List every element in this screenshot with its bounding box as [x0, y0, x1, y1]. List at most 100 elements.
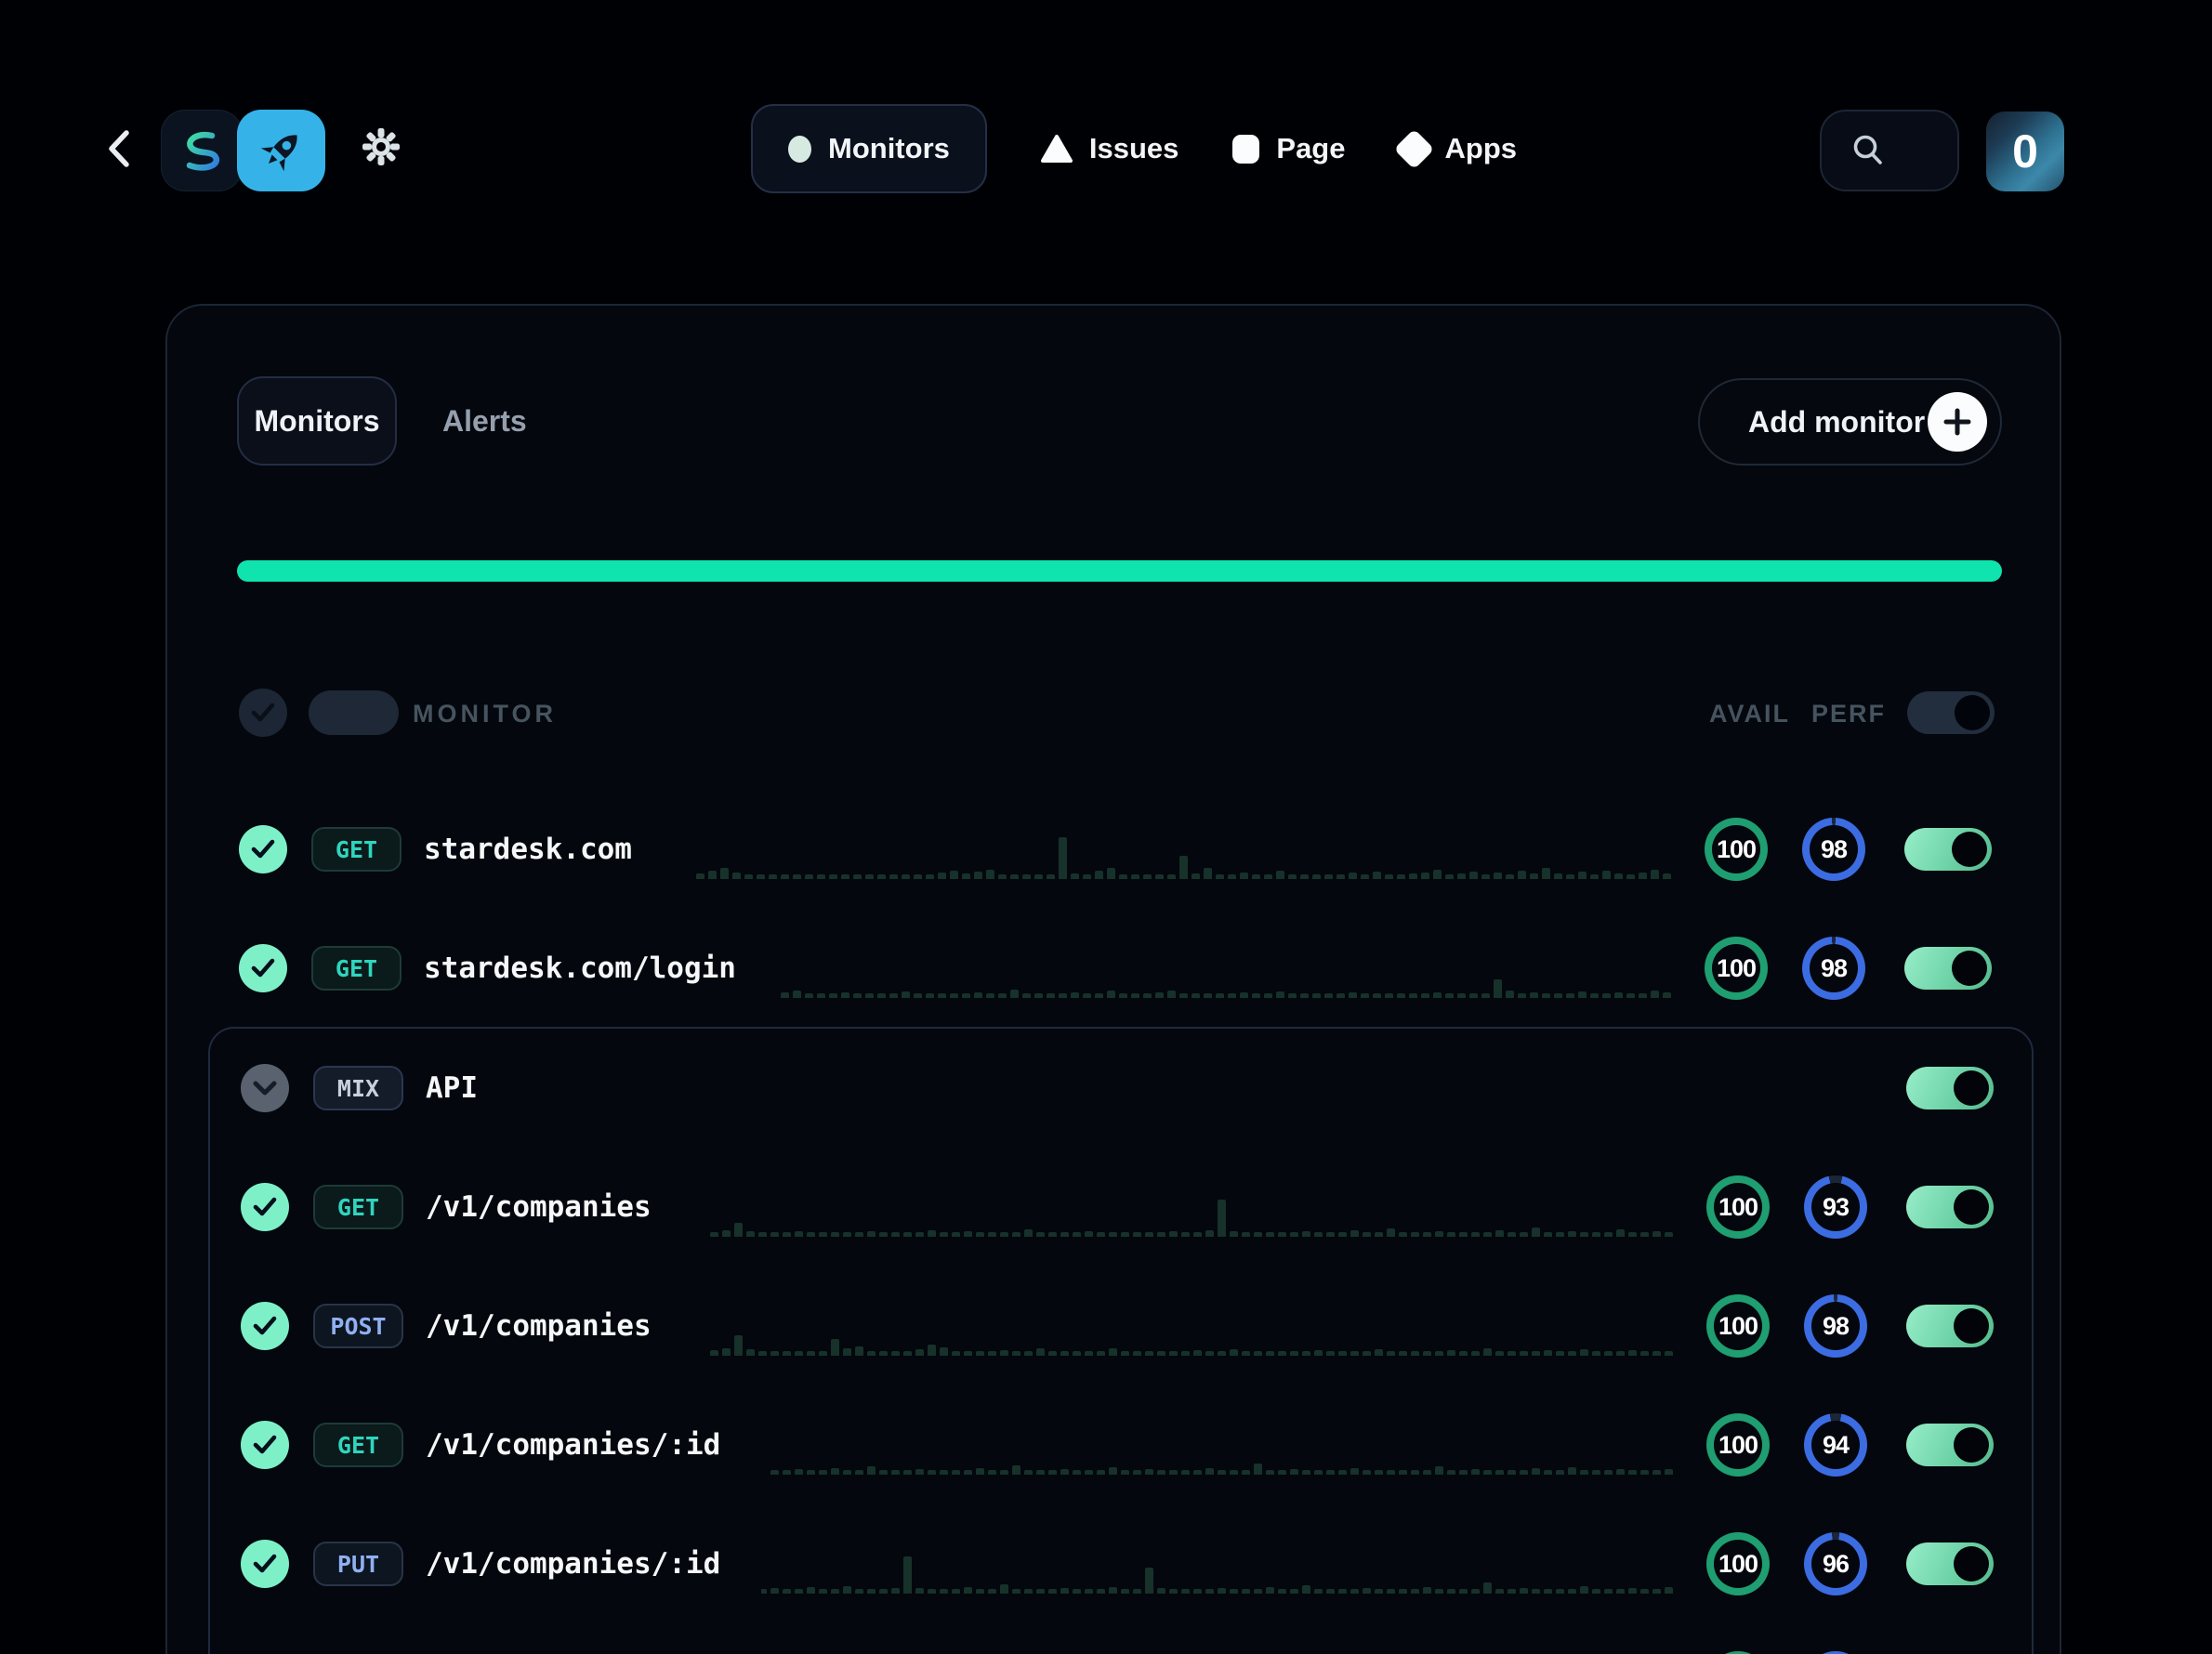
spark-bar — [1097, 1470, 1105, 1475]
spark-bar — [1169, 1351, 1178, 1356]
user-avatar[interactable]: 0 — [1986, 112, 2064, 191]
spark-bar — [1604, 1589, 1613, 1594]
spark-bar — [1230, 1589, 1238, 1594]
spark-bar — [1119, 874, 1127, 879]
spark-bar — [1423, 1470, 1431, 1475]
spark-bar — [1520, 1351, 1528, 1356]
expand-collapse-button[interactable] — [241, 1064, 289, 1112]
monitor-toggle[interactable] — [1906, 1186, 1994, 1228]
spark-bar — [1361, 993, 1369, 998]
monitor-row[interactable]: GET stardesk.com 100 98 — [167, 790, 2060, 909]
spark-bar — [1663, 873, 1671, 879]
check-icon — [251, 702, 275, 723]
spark-bar — [1651, 991, 1659, 998]
settings-button[interactable] — [359, 125, 403, 169]
spark-bar — [1361, 874, 1369, 879]
performance-score-ring: 94 — [1804, 1413, 1867, 1477]
toggle-knob — [1952, 951, 1987, 986]
tab-monitors[interactable]: Monitors — [237, 376, 397, 466]
spark-bar — [1397, 993, 1405, 998]
nav-tab-monitors[interactable]: Monitors — [751, 104, 987, 193]
monitor-toggle[interactable] — [1906, 1542, 1994, 1585]
monitor-toggle[interactable] — [1904, 947, 1992, 990]
spark-bar — [1411, 1589, 1419, 1594]
spark-bar — [1639, 873, 1647, 879]
spark-bar — [1326, 1232, 1335, 1237]
spark-bar — [783, 1470, 791, 1475]
spark-bar — [710, 1232, 718, 1237]
spark-bar — [1665, 1232, 1673, 1237]
spark-bar — [1047, 874, 1055, 879]
monitor-toggle[interactable] — [1906, 1424, 1994, 1466]
monitor-name: stardesk.com/login — [424, 952, 736, 985]
group-header-row[interactable]: MIX API — [210, 1029, 2032, 1148]
status-ok-icon[interactable] — [241, 1183, 289, 1231]
spark-bar — [734, 1335, 743, 1356]
monitor-row[interactable]: PUT /v1/companies/:id 100 96 — [210, 1504, 2032, 1623]
select-all-checkbox[interactable] — [239, 689, 287, 737]
spark-bar — [1471, 1232, 1480, 1237]
spark-bar — [1145, 1568, 1153, 1594]
spark-bar — [1616, 1469, 1625, 1475]
monitor-toggle[interactable] — [1906, 1305, 1994, 1347]
back-button[interactable] — [99, 125, 139, 173]
spark-bar — [1580, 1232, 1588, 1237]
spark-bar — [1278, 1589, 1286, 1594]
avail-perf-toggle[interactable] — [1907, 691, 1995, 734]
monitor-row[interactable] — [210, 1623, 2032, 1654]
spark-bar — [964, 1351, 972, 1356]
status-ok-icon[interactable] — [239, 825, 287, 873]
spark-bar — [1373, 872, 1381, 879]
spark-bar — [1121, 1589, 1129, 1594]
spark-bar — [1469, 872, 1478, 879]
monitor-row[interactable]: GET stardesk.com/login 100 98 — [167, 909, 2060, 1028]
monitor-row[interactable]: GET /v1/companies 100 93 — [210, 1148, 2032, 1267]
spark-bar — [1095, 871, 1103, 879]
spark-bar — [1205, 1230, 1214, 1237]
spark-bar — [758, 1232, 767, 1237]
status-ok-icon[interactable] — [241, 1540, 289, 1588]
spark-bar — [770, 1470, 779, 1475]
nav-tab-issues[interactable]: Issues — [1041, 132, 1179, 165]
avail-column-header: AVAIL — [1709, 663, 1790, 765]
spark-bar — [805, 874, 813, 879]
method-badge: GET — [313, 1423, 403, 1467]
spark-bar — [1133, 1232, 1141, 1237]
tab-alerts[interactable]: Alerts — [416, 376, 553, 466]
availability-score-ring: 100 — [1705, 818, 1768, 881]
add-monitor-button[interactable]: Add monitor — [1698, 378, 2002, 466]
spark-bar — [722, 1230, 731, 1237]
status-ok-icon[interactable] — [241, 1302, 289, 1350]
spark-bar — [1483, 1232, 1492, 1237]
spark-bar — [1640, 1470, 1649, 1475]
spark-bar — [1085, 1470, 1093, 1475]
group-toggle[interactable] — [1906, 1067, 1994, 1109]
tab-label: Monitors — [254, 404, 379, 439]
spark-bar — [829, 993, 837, 998]
spark-bar — [1459, 1589, 1468, 1594]
stardesk-logo-tile[interactable] — [161, 110, 243, 191]
status-ok-icon[interactable] — [239, 944, 287, 992]
spark-bar — [1445, 993, 1454, 998]
monitor-row[interactable]: POST /v1/companies 100 98 — [210, 1267, 2032, 1385]
spark-bar — [1155, 874, 1164, 879]
spark-bar — [1024, 1351, 1033, 1356]
monitor-row[interactable]: GET /v1/companies/:id 100 94 — [210, 1385, 2032, 1504]
spark-bar — [1157, 1351, 1165, 1356]
spark-bar — [1143, 874, 1152, 879]
spark-bar — [1242, 1470, 1250, 1475]
monitor-toggle[interactable] — [1904, 828, 1992, 871]
spark-bar — [1495, 1589, 1504, 1594]
spark-bar — [1254, 1464, 1262, 1475]
nav-tab-page[interactable]: Page — [1232, 132, 1345, 165]
workspace-switcher[interactable] — [161, 110, 324, 191]
status-ok-icon[interactable] — [241, 1421, 289, 1469]
availability-score: 100 — [1714, 1302, 1762, 1350]
search-input[interactable] — [1820, 110, 1959, 191]
spark-bar — [1532, 1227, 1540, 1237]
method-badge: POST — [313, 1304, 403, 1348]
nav-tab-apps[interactable]: Apps — [1400, 132, 1518, 165]
spark-bar — [1518, 871, 1526, 879]
uptime-progress-bar — [237, 560, 2002, 582]
rocket-app-tile[interactable] — [237, 110, 325, 191]
